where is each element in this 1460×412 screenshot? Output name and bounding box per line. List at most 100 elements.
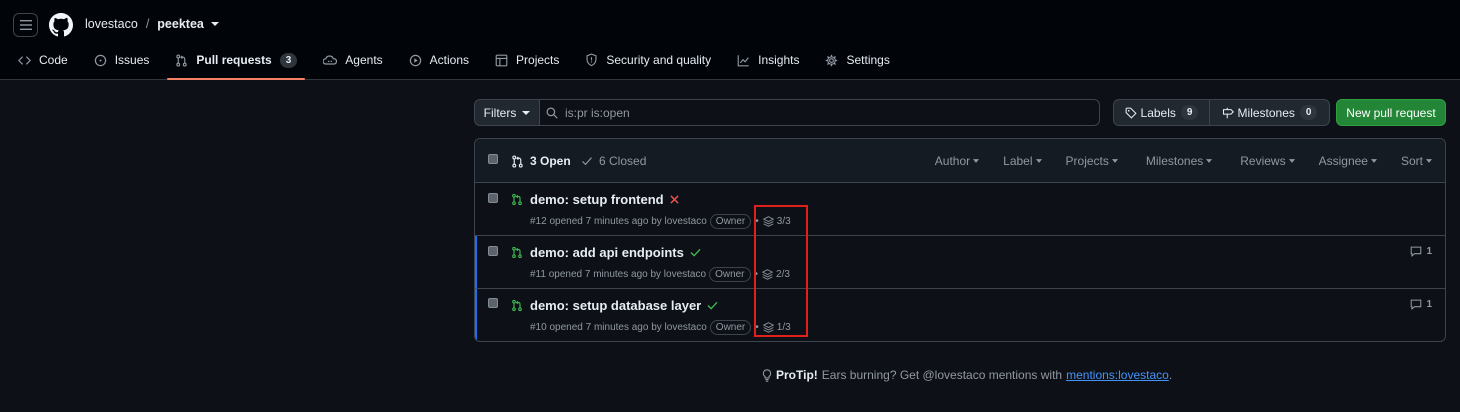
author-filter[interactable]: Author xyxy=(934,154,980,168)
caret-down-icon xyxy=(1206,159,1213,163)
tab-code[interactable]: Code xyxy=(10,44,76,76)
pull-request-title[interactable]: demo: setup database layer xyxy=(530,298,718,313)
tab-label: Issues xyxy=(114,53,150,67)
play-icon xyxy=(409,54,422,67)
reviews-filter[interactable]: Reviews xyxy=(1240,154,1295,168)
hamburger-icon xyxy=(19,20,32,30)
menu-button[interactable] xyxy=(13,13,38,37)
search-bar[interactable] xyxy=(539,99,1100,126)
stack-icon xyxy=(762,269,774,280)
row-checkbox[interactable] xyxy=(488,193,498,203)
owner-badge: Owner xyxy=(709,267,751,282)
protip-text: Ears burning? Get @lovestaco mentions wi… xyxy=(821,368,1063,382)
pull-request-meta: #11 opened 7 minutes ago by lovestaco Ow… xyxy=(530,267,790,282)
github-logo[interactable] xyxy=(49,13,73,37)
author-filter-label: Author xyxy=(934,154,971,168)
tab-projects[interactable]: Projects xyxy=(487,44,567,76)
closed-filter[interactable]: 6 Closed xyxy=(581,154,646,168)
labels-button[interactable]: Labels 9 xyxy=(1113,99,1210,126)
comments-link[interactable]: 1 xyxy=(1410,299,1432,310)
assignee-filter[interactable]: Assignee xyxy=(1319,154,1377,168)
tab-security[interactable]: Security and quality xyxy=(577,44,719,76)
repo-dropdown-icon[interactable] xyxy=(210,21,219,27)
owner-badge: Owner xyxy=(709,214,752,229)
comments-link[interactable]: 1 xyxy=(1410,246,1432,257)
pull-request-title[interactable]: demo: setup frontend xyxy=(530,192,679,207)
new-pull-request-button[interactable]: New pull request xyxy=(1336,99,1446,126)
closed-count-label: 6 Closed xyxy=(599,154,647,168)
pull-request-meta: #12 opened 7 minutes ago by lovestaco Ow… xyxy=(530,214,791,229)
tab-issues[interactable]: Issues xyxy=(86,44,158,76)
stack-position[interactable]: 1/3 xyxy=(762,322,791,333)
code-icon xyxy=(18,54,31,67)
milestones-filter-label: Milestones xyxy=(1145,154,1204,168)
row-checkbox[interactable] xyxy=(488,246,498,256)
tab-agents[interactable]: Agents xyxy=(315,44,390,76)
select-all-checkbox[interactable] xyxy=(488,154,498,164)
milestones-filter[interactable]: Milestones xyxy=(1145,154,1213,168)
pull-request-row[interactable]: demo: setup frontend #12 opened 7 minute… xyxy=(475,183,1445,236)
label-filter[interactable]: Label xyxy=(1003,154,1042,168)
label-filter-label: Label xyxy=(1003,154,1033,168)
check-icon xyxy=(582,157,592,166)
pull-request-row[interactable]: demo: add api endpoints #11 opened 7 min… xyxy=(475,236,1445,289)
check-icon[interactable] xyxy=(690,248,701,257)
breadcrumb-repo[interactable]: peektea xyxy=(157,17,204,31)
tab-insights[interactable]: Insights xyxy=(729,44,807,76)
tab-settings[interactable]: Settings xyxy=(817,44,897,76)
pull-request-open-icon xyxy=(512,154,523,168)
stack-position[interactable]: 3/3 xyxy=(762,216,791,227)
tab-actions[interactable]: Actions xyxy=(401,44,477,76)
open-filter[interactable]: 3 Open xyxy=(511,154,571,168)
assignee-filter-label: Assignee xyxy=(1318,154,1368,168)
pull-request-meta-text: #10 opened 7 minutes ago by lovestaco xyxy=(530,322,707,333)
separator-dot: • xyxy=(755,322,759,333)
search-input[interactable] xyxy=(565,105,1065,120)
breadcrumb-separator: / xyxy=(145,17,150,31)
filters-button[interactable]: Filters xyxy=(474,99,540,126)
table-icon xyxy=(495,54,508,67)
row-checkbox[interactable] xyxy=(488,298,498,308)
new-pull-request-label: New pull request xyxy=(1346,105,1436,120)
pull-request-open-icon xyxy=(511,193,523,206)
gear-icon xyxy=(825,54,838,67)
stack-icon xyxy=(762,216,774,227)
check-icon[interactable] xyxy=(707,301,718,310)
mentions-link[interactable]: mentions:lovestaco xyxy=(1066,368,1169,382)
lightbulb-icon xyxy=(762,368,772,382)
search-icon xyxy=(546,107,558,119)
pull-request-open-icon xyxy=(511,299,523,312)
pull-request-meta-text: #12 opened 7 minutes ago by lovestaco xyxy=(530,216,707,227)
pull-request-row[interactable]: demo: setup database layer #10 opened 7 … xyxy=(475,289,1445,341)
pull-requests-counter: 3 xyxy=(279,52,298,68)
comment-icon xyxy=(1411,299,1422,310)
x-icon[interactable] xyxy=(670,195,679,204)
projects-filter[interactable]: Projects xyxy=(1066,154,1118,168)
issue-icon xyxy=(94,54,107,67)
labels-label: Labels xyxy=(1140,105,1176,120)
filters-label: Filters xyxy=(483,105,517,120)
stack-position[interactable]: 2/3 xyxy=(762,269,790,280)
pull-request-title[interactable]: demo: add api endpoints xyxy=(530,245,701,260)
sort-filter[interactable]: Sort xyxy=(1401,154,1432,168)
list-header: 3 Open 6 Closed Author Label Projects Mi… xyxy=(475,139,1445,183)
pull-request-title-text: demo: setup database layer xyxy=(530,298,702,313)
caret-down-icon xyxy=(1111,159,1118,163)
tab-label: Settings xyxy=(846,53,890,67)
pull-request-meta: #10 opened 7 minutes ago by lovestaco Ow… xyxy=(530,320,791,335)
github-mark-icon xyxy=(49,13,73,37)
tab-pull-requests[interactable]: Pull requests 3 xyxy=(167,44,306,80)
protip-end: . xyxy=(1168,368,1173,382)
milestone-icon xyxy=(1222,107,1238,119)
tag-icon xyxy=(1125,107,1141,119)
breadcrumb: lovestaco / peektea xyxy=(85,17,219,31)
breadcrumb-owner[interactable]: lovestaco xyxy=(85,17,138,31)
comment-icon xyxy=(1411,246,1422,257)
tab-label: Code xyxy=(39,53,68,67)
separator-dot: • xyxy=(755,216,759,227)
caret-down-icon xyxy=(1288,159,1295,163)
milestones-label: Milestones xyxy=(1237,105,1295,120)
reviews-filter-label: Reviews xyxy=(1240,154,1286,168)
shield-icon xyxy=(585,53,598,67)
milestones-button[interactable]: Milestones 0 xyxy=(1209,99,1330,126)
